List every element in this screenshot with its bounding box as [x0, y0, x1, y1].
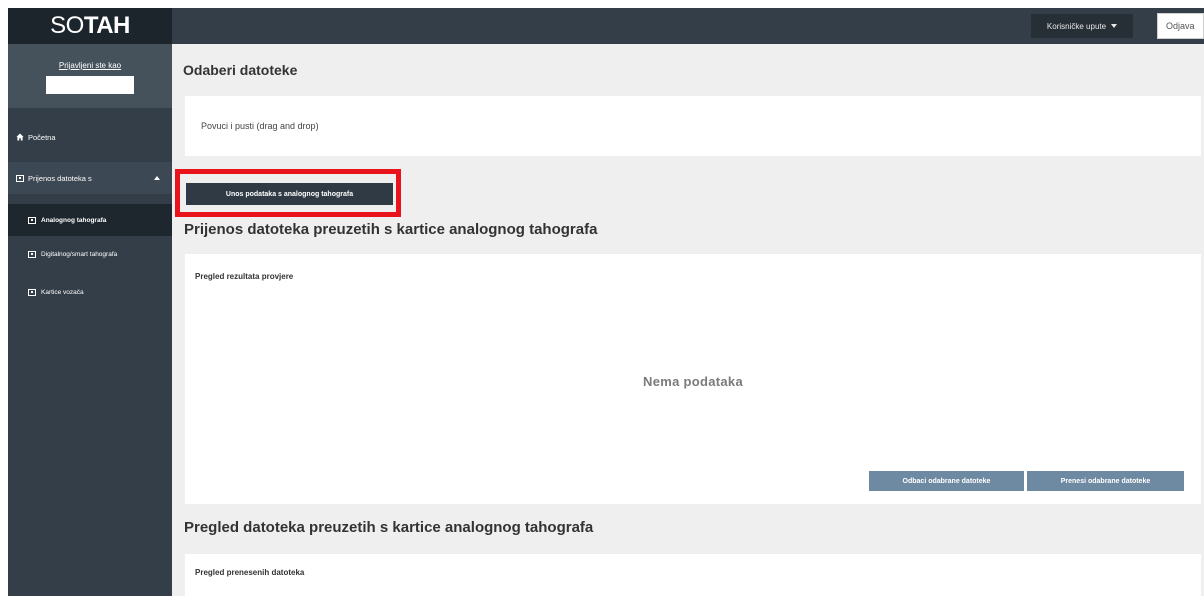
sidebar-item-driver-cards[interactable]: Kartice vozača	[8, 276, 172, 308]
sidebar: Prijavljeni ste kao Početna Prijenos dat…	[8, 44, 172, 596]
sidebar-item-label: Početna	[28, 132, 56, 142]
transfer-section-title: Prijenos datoteka preuzetih s kartice an…	[184, 221, 598, 238]
sidebar-item-analog-tachograph[interactable]: Analognog tahografa	[8, 204, 172, 236]
chevron-up-icon	[154, 176, 160, 180]
transferred-files-panel: Pregled prenesenih datoteka	[185, 554, 1201, 596]
review-section-title: Pregled datoteka preuzetih s kartice ana…	[184, 519, 594, 536]
transferred-files-label: Pregled prenesenih datoteka	[195, 568, 305, 577]
sidebar-item-label: Analognog tahografa	[41, 216, 107, 224]
upload-analog-data-button[interactable]: Unos podataka s analognog tahografa	[186, 183, 393, 205]
file-icon	[16, 174, 24, 182]
sidebar-item-file-transfer[interactable]: Prijenos datoteka s	[8, 162, 172, 194]
app-window: SO TAH Korisničke upute Odjava Prijavljen…	[8, 8, 1204, 596]
sidebar-item-digital-tachograph[interactable]: Digitalnog/smart tahografa	[8, 238, 172, 270]
signed-in-label[interactable]: Prijavljeni ste kao	[8, 61, 172, 70]
results-panel: Pregled rezultata provjere Nema podataka…	[185, 254, 1201, 504]
dropzone-text: Povuci i pusti (drag and drop)	[201, 121, 319, 131]
file-icon	[28, 288, 36, 296]
discard-selected-button[interactable]: Odbaci odabrane datoteke	[869, 471, 1024, 491]
logout-button[interactable]: Odjava	[1157, 13, 1204, 39]
file-icon	[28, 216, 36, 224]
file-icon	[28, 250, 36, 258]
logo-suffix: TAH	[83, 12, 131, 39]
chevron-down-icon	[1111, 24, 1118, 28]
user-guide-label: Korisničke upute	[1046, 21, 1107, 31]
drop-zone[interactable]: Povuci i pusti (drag and drop)	[185, 96, 1201, 156]
logo-prefix: SO	[50, 12, 84, 39]
user-guide-dropdown[interactable]: Korisničke upute	[1031, 14, 1133, 38]
sidebar-item-label: Prijenos datoteka s	[28, 173, 92, 183]
sotah-logo[interactable]: SO TAH	[8, 8, 172, 44]
transfer-selected-button[interactable]: Prenesi odabrane datoteke	[1027, 471, 1184, 491]
empty-state-text: Nema podataka	[643, 374, 743, 389]
select-files-title: Odaberi datoteke	[183, 62, 298, 78]
signed-in-panel: Prijavljeni ste kao	[8, 44, 172, 108]
redacted-username	[46, 76, 134, 94]
sidebar-item-label: Kartice vozača	[41, 288, 84, 296]
sidebar-item-label: Digitalnog/smart tahografa	[41, 250, 118, 258]
results-label: Pregled rezultata provjere	[195, 272, 294, 281]
top-bar: SO TAH Korisničke upute Odjava	[8, 8, 1204, 44]
home-icon	[16, 133, 24, 141]
sidebar-item-home[interactable]: Početna	[8, 121, 172, 153]
